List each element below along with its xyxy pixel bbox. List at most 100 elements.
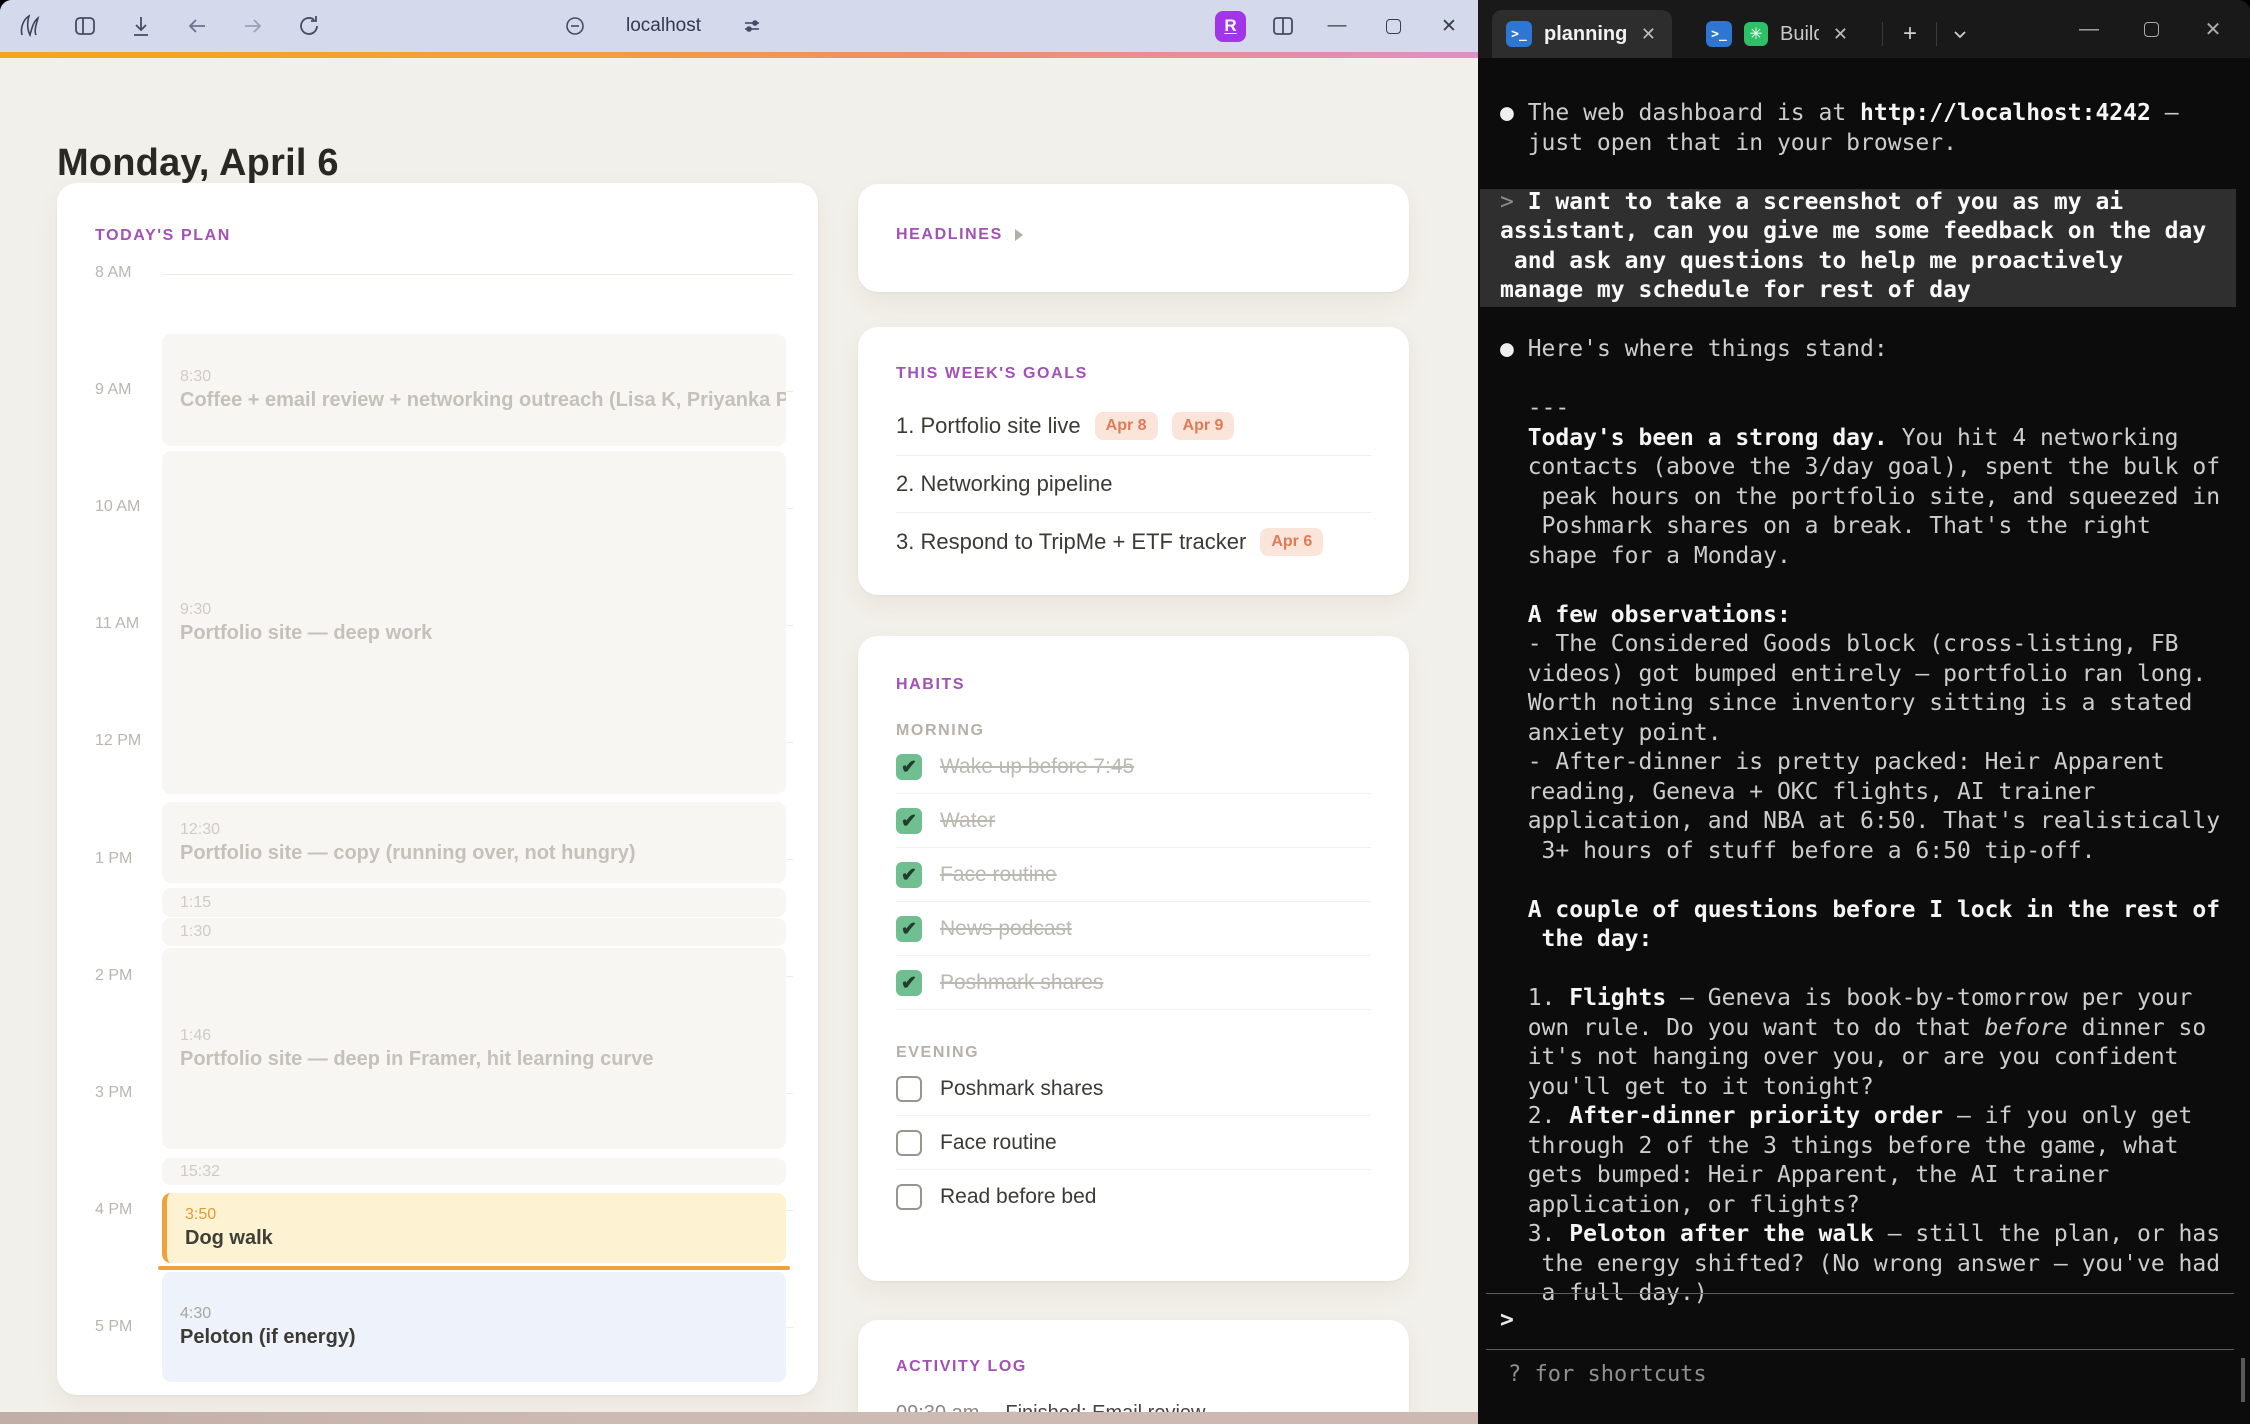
habit-item: ✔Wake up before 7:45 bbox=[896, 740, 1371, 794]
terminal-line: contacts (above the 3/day goal), spent t… bbox=[1500, 454, 2240, 484]
asterisk-activity-icon: ✳ bbox=[1744, 22, 1768, 46]
goals-list: 1. Portfolio site liveApr 8Apr 92. Netwo… bbox=[896, 397, 1371, 571]
checkbox-unchecked[interactable] bbox=[896, 1184, 922, 1210]
checkbox-checked[interactable]: ✔ bbox=[896, 754, 922, 780]
back-icon[interactable] bbox=[182, 11, 212, 41]
terminal-line: ● Here's where things stand: bbox=[1500, 336, 2240, 366]
schedule-event[interactable]: 1:15 bbox=[162, 888, 786, 917]
terminal-line: --- bbox=[1500, 395, 2240, 425]
browser-window: localhost R — ✕ bbox=[0, 0, 1478, 1424]
terminal-window: >_ planning ✕ >_ ✳ Build p ✕ + — ✕ bbox=[1478, 0, 2250, 1424]
forward-icon[interactable] bbox=[238, 11, 268, 41]
terminal-close-button[interactable]: ✕ bbox=[2182, 0, 2244, 58]
tab-close-icon[interactable]: ✕ bbox=[1831, 24, 1850, 45]
checkbox-checked[interactable]: ✔ bbox=[896, 970, 922, 996]
terminal-line: 3. Peloton after the walk — still the pl… bbox=[1500, 1221, 2240, 1251]
terminal-line: application, and NBA at 6:50. That's rea… bbox=[1500, 808, 2240, 838]
headlines-heading[interactable]: HEADLINES bbox=[896, 226, 1003, 244]
profile-avatar[interactable]: R bbox=[1215, 11, 1246, 42]
tab-close-icon[interactable]: ✕ bbox=[1639, 24, 1658, 45]
checkbox-checked[interactable]: ✔ bbox=[896, 808, 922, 834]
terminal-maximize-button[interactable] bbox=[2120, 0, 2182, 58]
tab-label: Build p bbox=[1780, 23, 1819, 46]
checkbox-checked[interactable]: ✔ bbox=[896, 862, 922, 888]
terminal-line: own rule. Do you want to do that before … bbox=[1500, 1015, 2240, 1045]
schedule-event[interactable]: 3:50Dog walk bbox=[162, 1193, 786, 1263]
window-bottom-edge bbox=[0, 1412, 1478, 1424]
terminal-minimize-button[interactable]: — bbox=[2058, 0, 2120, 58]
habit-item: ✔ News podcast bbox=[896, 902, 1371, 956]
terminal-line: just open that in your browser. bbox=[1500, 130, 2240, 160]
checkbox-unchecked[interactable] bbox=[896, 1130, 922, 1156]
habit-label: Face routine bbox=[940, 863, 1057, 887]
terminal-line: videos) got bumped entirely — portfolio … bbox=[1500, 661, 2240, 691]
terminal-line bbox=[1500, 366, 2240, 396]
terminal-input-box[interactable]: > bbox=[1486, 1293, 2234, 1350]
hour-label: 11 AM bbox=[95, 615, 163, 633]
chevron-right-icon[interactable] bbox=[1015, 229, 1023, 241]
powershell-icon: >_ bbox=[1506, 21, 1532, 47]
address-bar[interactable]: localhost bbox=[560, 0, 767, 52]
refresh-icon[interactable] bbox=[294, 11, 324, 41]
split-view-icon[interactable] bbox=[1268, 11, 1298, 41]
terminal-line: > I want to take a screenshot of you as … bbox=[1500, 189, 2236, 219]
habits-heading: HABITS bbox=[896, 676, 1371, 694]
tab-build[interactable]: >_ ✳ Build p ✕ bbox=[1692, 10, 1864, 58]
terminal-line: assistant, can you give me some feedback… bbox=[1500, 218, 2236, 248]
terminal-line: 3+ hours of stuff before a 6:50 tip-off. bbox=[1500, 838, 2240, 868]
habits-section-label: EVENING bbox=[896, 1044, 1371, 1062]
checkbox-unchecked[interactable] bbox=[896, 1076, 922, 1102]
schedule-event[interactable]: 15:32 bbox=[162, 1158, 786, 1185]
hour-label: 1 PM bbox=[95, 850, 163, 868]
event-time: 1:30 bbox=[180, 923, 768, 941]
terminal-line bbox=[1500, 572, 2240, 602]
terminal-line: - The Considered Goods block (cross-list… bbox=[1500, 631, 2240, 661]
habit-label: Poshmark shares bbox=[940, 971, 1103, 995]
tab-planning[interactable]: >_ planning ✕ bbox=[1492, 10, 1672, 58]
habit-item: ✔Water bbox=[896, 794, 1371, 848]
due-date-badge: Apr 8 bbox=[1095, 412, 1158, 440]
url-text[interactable]: localhost bbox=[626, 15, 701, 37]
terminal-line: application, or flights? bbox=[1500, 1192, 2240, 1222]
terminal-line: anxiety point. bbox=[1500, 720, 2240, 750]
schedule-event[interactable]: 12:30Portfolio site — copy (running over… bbox=[162, 802, 786, 883]
minimize-button[interactable]: — bbox=[1320, 9, 1354, 43]
tab-divider bbox=[1936, 22, 1937, 46]
close-button[interactable]: ✕ bbox=[1432, 9, 1466, 43]
goal-label: 2. Networking pipeline bbox=[896, 471, 1112, 497]
maximize-button[interactable] bbox=[1376, 9, 1410, 43]
activity-time: 09:30 am bbox=[896, 1402, 979, 1412]
tab-dropdown-button[interactable] bbox=[1940, 10, 1980, 58]
terminal-line: the day: bbox=[1500, 926, 2240, 956]
new-tab-button[interactable]: + bbox=[1890, 10, 1930, 58]
terminal-line bbox=[1500, 867, 2240, 897]
habit-label: Face routine bbox=[940, 1131, 1057, 1155]
tune-icon[interactable] bbox=[737, 11, 767, 41]
terminal-line: and ask any questions to help me proacti… bbox=[1500, 248, 2236, 278]
habit-label: News podcast bbox=[940, 917, 1072, 941]
event-title: Dog walk bbox=[185, 1227, 768, 1250]
schedule-event[interactable]: 9:30Portfolio site — deep work bbox=[162, 451, 786, 794]
downloads-icon[interactable] bbox=[126, 11, 156, 41]
checkbox-checked[interactable]: ✔ bbox=[896, 916, 922, 942]
tab-divider bbox=[1882, 22, 1883, 46]
sidebar-toggle-icon[interactable] bbox=[70, 11, 100, 41]
habits-card: HABITS MORNING✔Wake up before 7:45✔Water… bbox=[858, 636, 1409, 1281]
terminal-transcript: ● The web dashboard is at http://localho… bbox=[1500, 100, 2240, 1310]
terminal-line: - After-dinner is pretty packed: Heir Ap… bbox=[1500, 749, 2240, 779]
schedule-event[interactable]: 1:46Portfolio site — deep in Framer, hit… bbox=[162, 948, 786, 1149]
goal-label: 3. Respond to TripMe + ETF tracker bbox=[896, 529, 1246, 555]
terminal-line: you'll get to it tonight? bbox=[1500, 1074, 2240, 1104]
terminal-scrollbar[interactable] bbox=[2241, 1358, 2245, 1402]
site-info-icon[interactable] bbox=[560, 11, 590, 41]
schedule-event[interactable]: 1:30 bbox=[162, 918, 786, 946]
browser-logo-icon bbox=[14, 11, 44, 41]
terminal-line bbox=[1500, 159, 2240, 189]
habits-list: MORNING✔Wake up before 7:45✔Water✔Face r… bbox=[896, 722, 1371, 1223]
schedule-event[interactable]: 4:30Peloton (if energy) bbox=[162, 1272, 786, 1382]
desktop: localhost R — ✕ bbox=[0, 0, 2250, 1424]
terminal-line: reading, Geneva + OKC flights, AI traine… bbox=[1500, 779, 2240, 809]
event-title: Portfolio site — deep in Framer, hit lea… bbox=[180, 1048, 768, 1071]
schedule-event[interactable]: 8:30Coffee + email review + networking o… bbox=[162, 334, 786, 446]
todays-plan-heading: TODAY'S PLAN bbox=[95, 227, 231, 245]
